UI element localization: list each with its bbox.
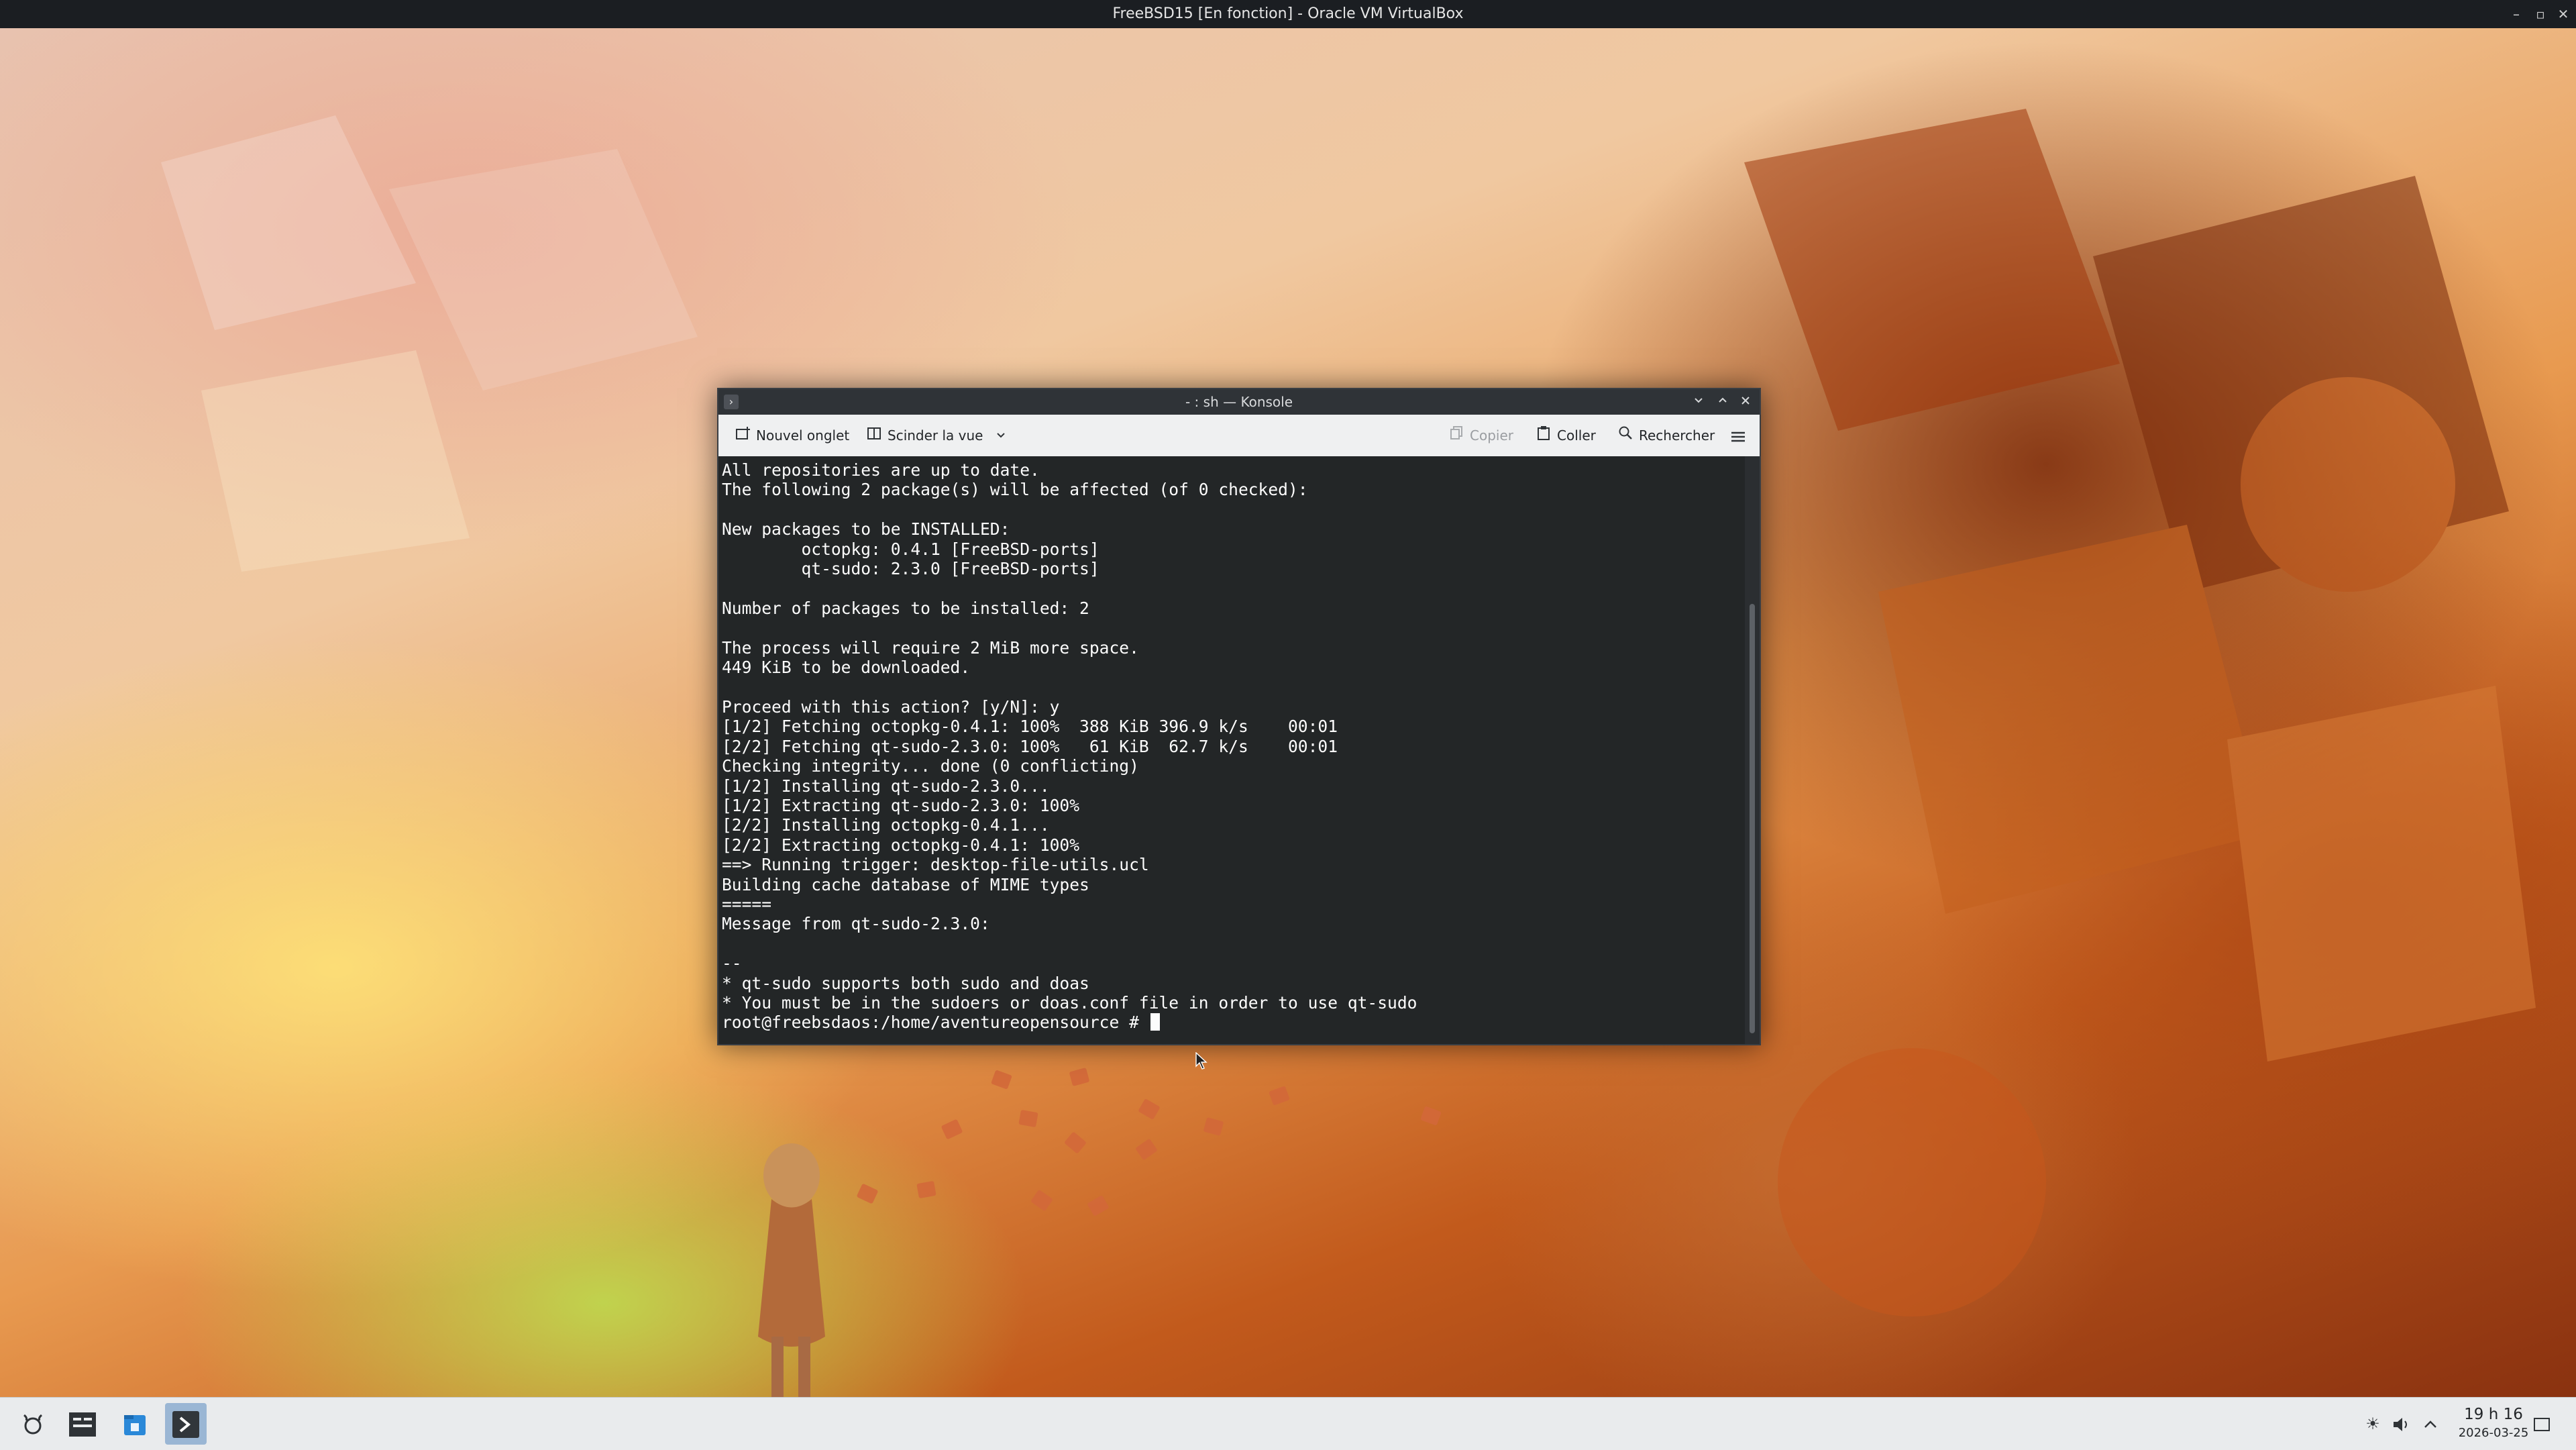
host-window-title: FreeBSD15 [En fonction] - Oracle VM Virt…: [1112, 5, 1464, 22]
volume-icon[interactable]: [2390, 1412, 2412, 1435]
wallpaper-shards-top-left: [161, 115, 698, 572]
terminal-output: All repositories are up to date. The fol…: [722, 460, 1417, 1033]
new-tab-icon: [735, 423, 751, 448]
konsole-window-title: - : sh — Konsole: [1185, 394, 1293, 410]
wallpaper-leaf: [1030, 1189, 1053, 1212]
split-view-button[interactable]: Scinder la vue: [866, 423, 1006, 448]
host-restore-button[interactable]: ▫: [2530, 4, 2551, 24]
freebsd-launcher-icon: [23, 1414, 42, 1434]
clock-time[interactable]: 19 h 16: [2450, 1406, 2537, 1423]
wallpaper-leaf: [1135, 1138, 1158, 1161]
terminal-prompt: root@freebsdaos:/home/aventureopensource…: [722, 1013, 1149, 1033]
konsole-icon: [172, 1410, 199, 1438]
wallpaper-leaf: [1138, 1098, 1161, 1121]
mouse-pointer-icon: [1195, 1052, 1208, 1070]
konsole-toolbar: Nouvel onglet Scinder la vue Copier Coll…: [718, 415, 1760, 457]
task-file-manager[interactable]: [114, 1403, 156, 1445]
konsole-close-button[interactable]: [1735, 392, 1756, 412]
search-button[interactable]: Rechercher: [1617, 423, 1715, 448]
chevron-down-icon[interactable]: [996, 427, 1006, 444]
wallpaper-leaf: [1087, 1194, 1110, 1217]
konsole-window[interactable]: › - : sh — Konsole Nouvel onglet Scinder…: [717, 388, 1761, 1045]
konsole-titlebar[interactable]: › - : sh — Konsole: [718, 389, 1760, 415]
wallpaper-leaf: [991, 1070, 1012, 1090]
wallpaper-leaf: [1018, 1109, 1038, 1128]
wallpaper-leaf: [1420, 1106, 1442, 1126]
host-window-titlebar[interactable]: FreeBSD15 [En fonction] - Oracle VM Virt…: [0, 0, 2576, 29]
chevron-up-icon: [1719, 397, 1727, 403]
system-settings-icon: [69, 1412, 96, 1437]
file-manager-icon: [124, 1414, 146, 1435]
wallpaper-orange-sphere: [1778, 1048, 2046, 1316]
wallpaper-leaf: [856, 1183, 879, 1204]
terminal-area[interactable]: All repositories are up to date. The fol…: [718, 456, 1745, 1044]
terminal-scrollbar[interactable]: [1745, 456, 1760, 1044]
show-desktop-icon: [2534, 1418, 2550, 1431]
close-icon: [1741, 397, 1750, 405]
new-tab-button[interactable]: Nouvel onglet: [735, 423, 849, 448]
host-close-button[interactable]: ✕: [2553, 4, 2573, 24]
task-system-settings[interactable]: [62, 1403, 103, 1445]
split-view-icon: [866, 423, 882, 448]
chevron-down-icon: [1695, 398, 1703, 403]
konsole-maximize-button[interactable]: [1713, 392, 1733, 412]
paste-button[interactable]: Coller: [1536, 423, 1596, 448]
wallpaper-leaf: [941, 1119, 963, 1140]
wallpaper-girl-figure: [758, 1143, 825, 1397]
copy-button[interactable]: Copier: [1448, 423, 1513, 448]
wallpaper-leaf: [916, 1180, 936, 1199]
paste-label: Coller: [1557, 427, 1596, 444]
search-icon: [1617, 423, 1633, 448]
wallpaper-shards-right: [1744, 109, 2536, 1061]
wallpaper-leaf: [1203, 1117, 1224, 1136]
copy-label: Copier: [1470, 427, 1513, 444]
scrollbar-thumb[interactable]: [1750, 604, 1755, 1033]
clock-date[interactable]: 2026-03-25: [2450, 1426, 2537, 1440]
chevron-up-icon[interactable]: [2419, 1412, 2442, 1435]
wallpaper-leaf: [1063, 1131, 1087, 1154]
brightness-icon[interactable]: ☀: [2361, 1412, 2384, 1435]
split-view-label: Scinder la vue: [888, 427, 983, 444]
application-launcher-button[interactable]: [12, 1403, 54, 1445]
wallpaper-leaf: [1069, 1068, 1090, 1086]
wallpaper-leaf: [1269, 1086, 1290, 1106]
hamburger-menu-button[interactable]: [1730, 423, 1746, 448]
paste-icon: [1536, 423, 1552, 448]
new-tab-label: Nouvel onglet: [756, 427, 850, 444]
task-konsole[interactable]: [165, 1403, 207, 1445]
konsole-minimize-button[interactable]: [1688, 392, 1709, 412]
search-label: Rechercher: [1639, 427, 1715, 444]
copy-icon: [1448, 423, 1464, 448]
terminal-cursor: [1150, 1013, 1160, 1031]
hamburger-menu-icon: [1731, 431, 1745, 442]
show-desktop-button[interactable]: [2530, 1412, 2553, 1435]
taskbar: ☀ 19 h 16 2026-03-25: [0, 1397, 2576, 1450]
host-minimize-button[interactable]: –: [2506, 4, 2526, 24]
